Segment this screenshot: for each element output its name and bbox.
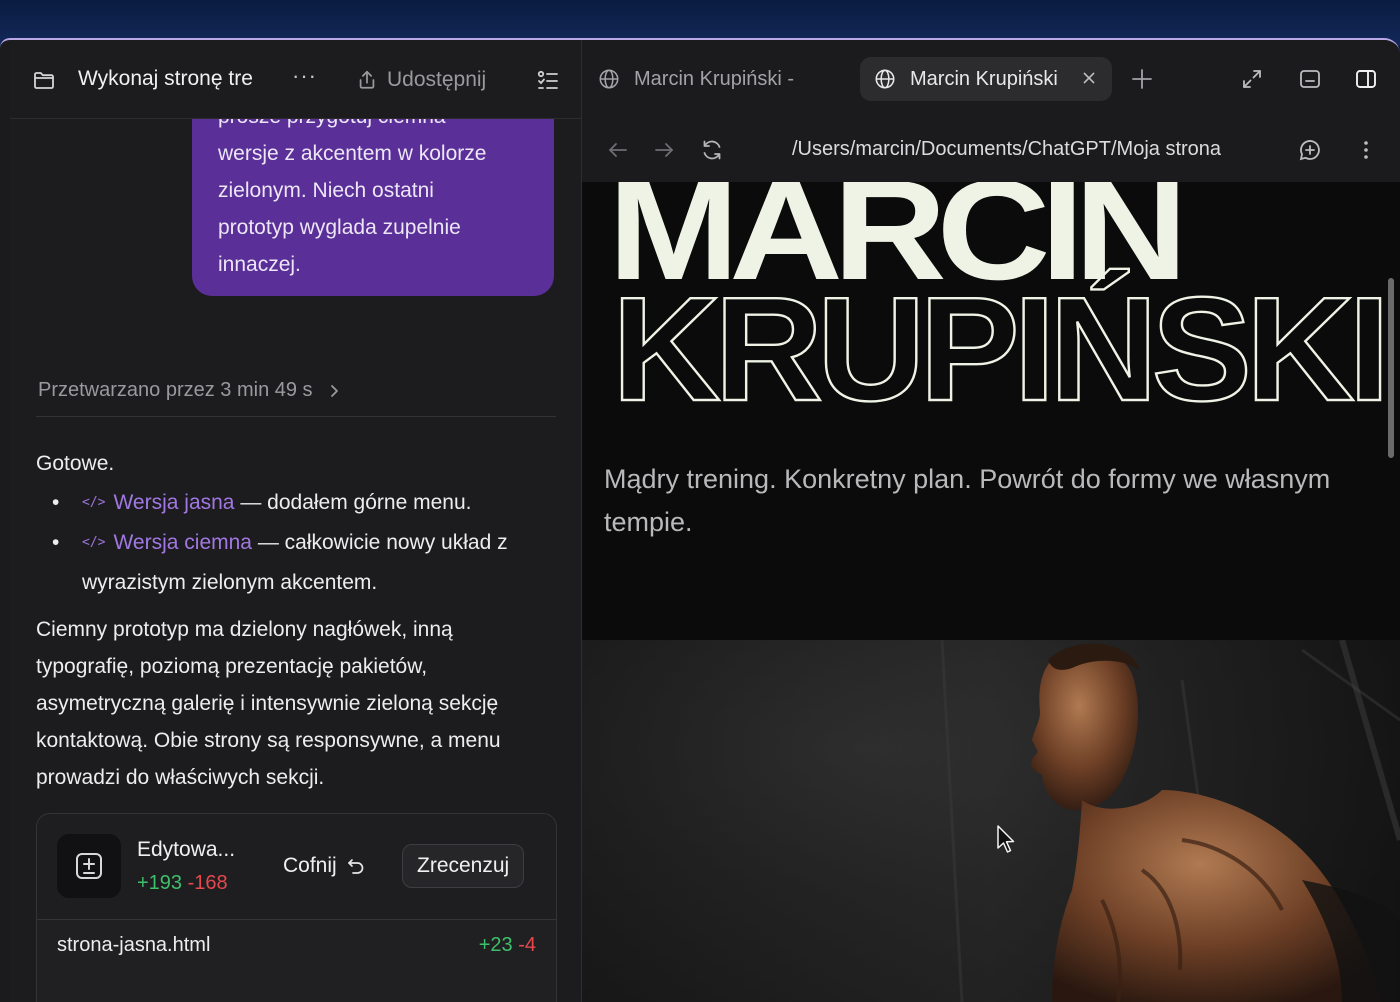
code-file-icon: </>: [82, 535, 106, 550]
close-icon[interactable]: [1078, 67, 1100, 89]
share-icon: [359, 70, 375, 89]
list-item: </> Wersja jasna — dodałem górne menu.: [52, 484, 556, 524]
dark-version-link[interactable]: Wersja ciemna: [113, 531, 252, 554]
undo-button[interactable]: Cofnij: [283, 854, 365, 878]
web-page-viewport: MARCIN KRUPIŃSKI Mądry trening. Konkretn…: [582, 182, 1400, 1002]
add-comment-icon[interactable]: [1298, 138, 1322, 162]
undo-icon: [347, 859, 363, 874]
file-lines-added: +23: [478, 934, 513, 956]
user-message-line: innaczej.: [218, 253, 301, 276]
light-version-link[interactable]: Wersja jasna: [113, 491, 234, 514]
user-message-line: prototyp wyglada zupelnie: [218, 216, 461, 239]
chat-header: Wykonaj stronę tre ··· Udostępnij: [10, 40, 581, 119]
review-button[interactable]: Zrecenzuj: [402, 844, 525, 888]
more-options-button[interactable]: ···: [292, 63, 317, 89]
globe-icon: [875, 69, 895, 89]
edits-card-header: Edytowa... +193 -168 Cofnij Zrecenzuj: [37, 814, 556, 920]
hero-tagline: Mądry trening. Konkretny plan. Powrót do…: [604, 464, 1331, 537]
back-arrow-icon[interactable]: [606, 138, 630, 162]
file-name: strona-jasna.html: [57, 934, 211, 956]
user-message-line: zielonym. Niech ostatni: [218, 179, 434, 202]
scrollbar-thumb[interactable]: [1388, 278, 1394, 458]
chevron-right-icon: [330, 384, 338, 397]
tab-bar: Marcin Krupiński - Marcin Krupiński: [582, 40, 1400, 118]
share-button[interactable]: Udostępnij: [356, 66, 486, 94]
url-field[interactable]: /Users/marcin/Documents/ChatGPT/Moja str…: [792, 138, 1226, 161]
assistant-message: Gotowe. </> Wersja jasna — dodałem górne …: [36, 445, 556, 796]
chat-panel: prosze przygotuj ciemna wersje z akcente…: [10, 40, 582, 1002]
edits-card: Edytowa... +193 -168 Cofnij Zrecenzuj st…: [36, 813, 557, 1002]
folder-icon[interactable]: [32, 68, 56, 92]
file-lines-removed: -4: [518, 934, 536, 956]
athlete-photo-illustration: [582, 640, 1400, 1002]
edits-title: Edytowa...: [137, 838, 236, 861]
divider: [36, 416, 556, 417]
list-item-text: — dodałem górne menu.: [234, 491, 472, 514]
panel-bottom-icon[interactable]: [1298, 67, 1322, 91]
lines-removed: -168: [187, 872, 228, 894]
tab-page-2-active[interactable]: Marcin Krupiński: [860, 57, 1112, 101]
changed-file-row[interactable]: strona-jasna.html +23 -4: [37, 920, 556, 976]
processing-time-toggle[interactable]: Przetwarzano przez 3 min 49 s: [38, 379, 341, 402]
undo-label: Cofnij: [283, 854, 337, 877]
user-message-line: wersje z akcentem w kolorze: [218, 142, 487, 165]
mouse-pointer-icon: [997, 825, 1015, 853]
file-stats: +23 -4: [479, 934, 536, 957]
browser-panel: Marcin Krupiński - Marcin Krupiński /Use…: [582, 40, 1400, 1002]
conversation-title[interactable]: Wykonaj stronę tre: [78, 67, 253, 91]
hero-photo: [582, 640, 1400, 1002]
assistant-paragraph: Ciemny prototyp ma dzielony nagłówek, in…: [36, 618, 501, 789]
assistant-intro: Gotowe.: [36, 452, 115, 475]
share-label: Udostępnij: [387, 68, 487, 91]
hero-line-2: KRUPIŃSKI: [612, 267, 1384, 422]
kebab-menu-icon[interactable]: [1354, 138, 1378, 162]
new-tab-plus-icon[interactable]: [1130, 67, 1154, 91]
app-window: prosze przygotuj ciemna wersje z akcente…: [0, 38, 1400, 1002]
lines-added: +193: [137, 872, 183, 894]
diff-icon: [57, 834, 121, 898]
address-bar-row: /Users/marcin/Documents/ChatGPT/Moja str…: [582, 118, 1400, 182]
edits-stats: +193 -168: [137, 872, 228, 895]
forward-arrow-icon[interactable]: [652, 138, 676, 162]
tab-label: Marcin Krupiński -: [634, 67, 795, 90]
list-item: </>Wersja ciemna — całkowicie nowy układ…: [52, 524, 556, 601]
code-file-icon: </>: [82, 495, 106, 510]
task-list-icon[interactable]: [536, 68, 560, 92]
tab-label: Marcin Krupiński: [910, 67, 1058, 90]
processing-time-label: Przetwarzano przez 3 min 49 s: [38, 379, 313, 401]
hero-heading: MARCIN KRUPIŃSKI: [608, 182, 1391, 422]
version-list: </> Wersja jasna — dodałem górne menu. </…: [36, 484, 556, 601]
tab-page-1[interactable]: Marcin Krupiński -: [598, 57, 843, 101]
reload-icon[interactable]: [700, 138, 724, 162]
expand-icon[interactable]: [1240, 67, 1264, 91]
globe-icon: [599, 69, 619, 89]
sidebar-toggle-icon[interactable]: [1354, 67, 1378, 91]
